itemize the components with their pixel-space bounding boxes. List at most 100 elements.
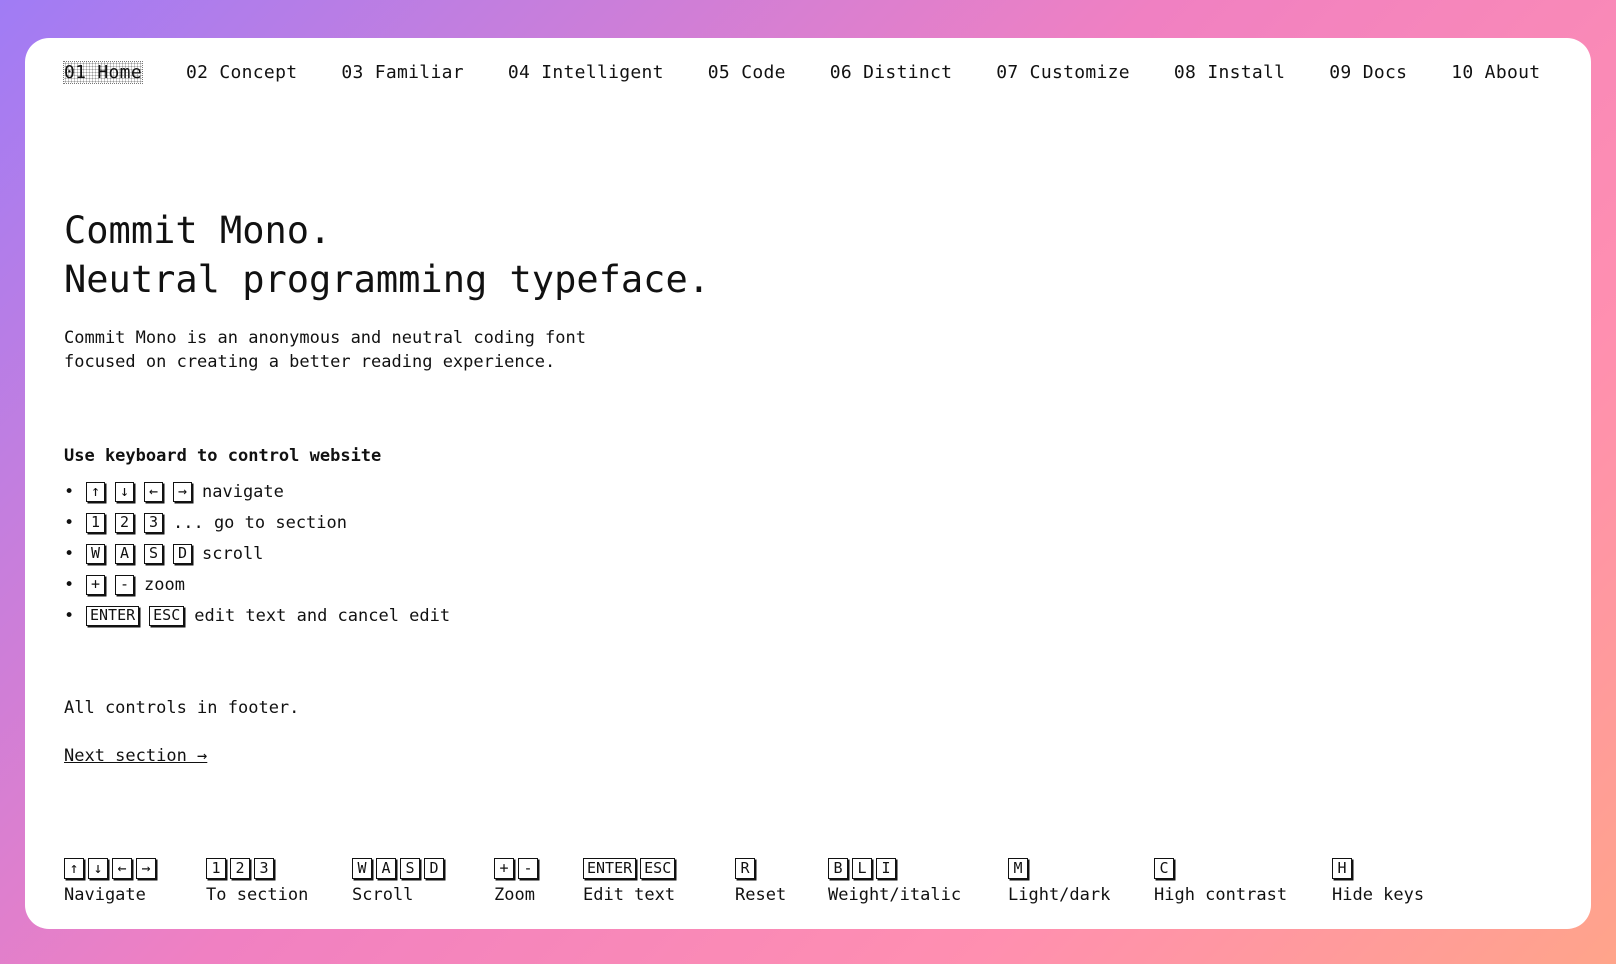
footer-control-label: Light/dark [1008, 885, 1111, 905]
footer-control-weight-italic[interactable]: B L I Weight/italic [828, 856, 961, 905]
keyboard-hint-text: scroll [202, 543, 264, 564]
keyboard-list: • ↑ ↓ ← → navigate • 1 2 3 ... go to section • W A S Ds… [64, 476, 450, 631]
arrow-up-key: ↑ [86, 481, 105, 502]
2-key: 2 [230, 857, 250, 879]
next-section-link[interactable]: Next section → [64, 746, 207, 766]
keyboard-hint-row: • ↑ ↓ ← → navigate [64, 476, 450, 507]
2-key: 2 [115, 512, 134, 533]
keyboard-hint-row: • 1 2 3 ... go to section [64, 507, 450, 538]
footer-control-keys: + - [494, 856, 542, 880]
arrow-down-key: ↓ [115, 481, 134, 502]
footer-control-zoom[interactable]: + - Zoom [494, 856, 542, 905]
description: Commit Mono is an anonymous and neutral … [64, 326, 586, 374]
c-key: C [1154, 857, 1174, 879]
keyboard-hint-text: navigate [202, 481, 284, 502]
nav-item-concept[interactable]: 02 Concept [186, 62, 297, 83]
hero-heading: Commit Mono. Neutral programming typefac… [64, 206, 710, 304]
footer-control-keys: BLI [828, 856, 961, 880]
footer-control-label: Edit text [583, 885, 676, 905]
footer-control-label: High contrast [1154, 885, 1288, 905]
nav-item-customize[interactable]: 07 Customize [996, 62, 1130, 83]
footer-control-keys: 123 [206, 856, 308, 880]
nav-item-code[interactable]: 05 Code [708, 62, 786, 83]
h-key: H [1332, 857, 1352, 879]
s-key: S [400, 857, 420, 879]
footer-control-label: Hide keys [1332, 885, 1425, 905]
s-key: S [144, 543, 163, 564]
keyboard-hint-text: ... go to section [173, 512, 347, 533]
nav-item-install[interactable]: 08 Install [1174, 62, 1285, 83]
1-key: 1 [206, 857, 226, 879]
arrow-up-key: ↑ [64, 857, 84, 879]
nav-item-docs[interactable]: 09 Docs [1329, 62, 1407, 83]
footnote: All controls in footer. [64, 698, 300, 718]
w-key: W [352, 857, 372, 879]
top-nav: 01 Home 02 Concept 03 Familiar 04 Intellige… [63, 61, 1584, 84]
bullet-icon: • [64, 605, 75, 626]
keyboard-hint-text: zoom [144, 574, 185, 595]
r-key: R [735, 857, 755, 879]
arrow-left-key: ← [112, 857, 132, 879]
nav-item-intelligent[interactable]: 04 Intelligent [508, 62, 664, 83]
minus-key: - [518, 857, 538, 879]
footer-control-hide-keys[interactable]: H Hide keys [1332, 856, 1424, 905]
footer-control-label: Navigate [64, 885, 146, 905]
footer-control-keys: R [735, 856, 786, 880]
main-card: 01 Home 02 Concept 03 Familiar 04 Intellige… [25, 38, 1591, 929]
footer-control-keys: ENTER ESC [583, 856, 679, 880]
hero-subtitle: Neutral programming typeface. [64, 258, 711, 301]
m-key: M [1008, 857, 1028, 879]
description-line-2: focused on creating a better reading exp… [64, 352, 556, 372]
footer-control-scroll[interactable]: W A S D Scroll [352, 856, 448, 905]
bullet-icon: • [64, 481, 75, 502]
footer-control-keys: WASD [352, 856, 448, 880]
footer-control-keys: H [1332, 856, 1424, 880]
footer-control-navigate[interactable]: ↑ ↓ ← → Navigate [64, 856, 160, 905]
a-key: A [115, 543, 134, 564]
arrow-left-key: ← [144, 481, 163, 502]
3-key: 3 [144, 512, 163, 533]
footer-control-label: Zoom [494, 885, 535, 905]
enter-key: ENTER [86, 605, 140, 626]
arrow-down-key: ↓ [88, 857, 108, 879]
nav-item-familiar[interactable]: 03 Familiar [341, 62, 464, 83]
keyboard-hint-row: • + - zoom [64, 569, 450, 600]
footer-control-to-section[interactable]: 1 2 3 To section [206, 856, 308, 905]
keyboard-hint-row: • W A S Dscroll [64, 538, 450, 569]
footer-control-reset[interactable]: R Reset [735, 856, 786, 905]
a-key: A [376, 857, 396, 879]
footer-control-keys: C [1154, 856, 1287, 880]
d-key: D [424, 857, 444, 879]
footer-control-keys: M [1008, 856, 1110, 880]
nav-item-about[interactable]: 10 About [1451, 62, 1540, 83]
footer-control-label: Reset [735, 885, 787, 905]
footer-control-label: Weight/italic [828, 885, 962, 905]
plus-key: + [86, 574, 105, 595]
footer-control-label: Scroll [352, 885, 414, 905]
footer-control-light-dark[interactable]: M Light/dark [1008, 856, 1110, 905]
footer-control-label: To section [206, 885, 309, 905]
description-line-1: Commit Mono is an anonymous and neutral … [64, 328, 586, 348]
minus-key: - [115, 574, 134, 595]
footer-control-keys: ↑ ↓ ← → [64, 856, 160, 880]
bullet-icon: • [64, 512, 75, 533]
footer-control-high-contrast[interactable]: C High contrast [1154, 856, 1287, 905]
d-key: D [173, 543, 192, 564]
esc-key: ESC [149, 605, 185, 626]
i-key: I [876, 857, 896, 879]
arrow-right-key: → [136, 857, 156, 879]
plus-key: + [494, 857, 514, 879]
b-key: B [828, 857, 848, 879]
enter-key: ENTER [583, 857, 637, 879]
hero-title: Commit Mono. [64, 209, 332, 252]
bullet-icon: • [64, 543, 75, 564]
l-key: L [852, 857, 872, 879]
nav-item-home[interactable]: 01 Home [63, 61, 143, 84]
nav-item-distinct[interactable]: 06 Distinct [830, 62, 953, 83]
esc-key: ESC [640, 857, 676, 879]
1-key: 1 [86, 512, 105, 533]
w-key: W [86, 543, 105, 564]
footer-control-edit-text[interactable]: ENTER ESC Edit text [583, 856, 679, 905]
keyboard-title: Use keyboard to control website [64, 446, 382, 466]
keyboard-hint-row: • ENTER ESC edit text and cancel edit [64, 600, 450, 631]
